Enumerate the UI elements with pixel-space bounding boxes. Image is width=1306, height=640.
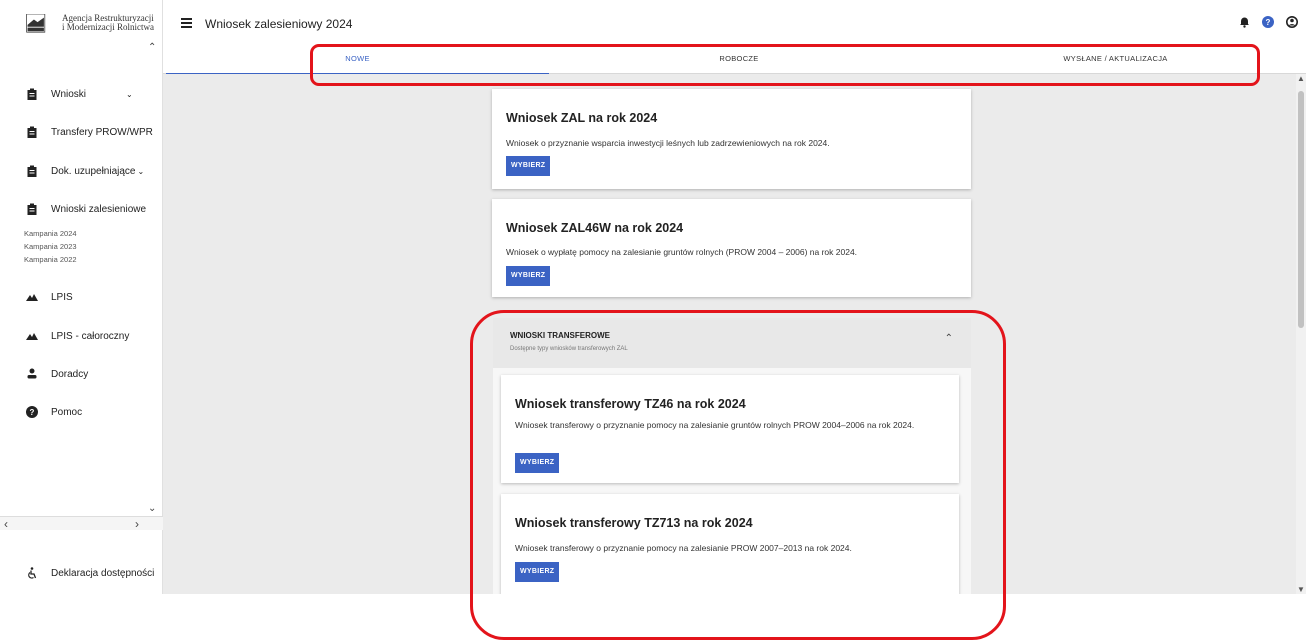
agency-logo-icon (26, 14, 46, 33)
chevron-down-icon: ⌄ (137, 166, 145, 176)
sidebar-item-label: LPIS - całoroczny (51, 330, 130, 342)
sidebar-item-label: Wnioski (51, 88, 87, 100)
scroll-right-icon[interactable]: › (135, 517, 139, 531)
sidebar-subitem-kampania-2022[interactable]: Kampania 2022 (24, 255, 77, 264)
help-icon[interactable]: ? (1262, 16, 1274, 28)
card-title: Wniosek ZAL na rok 2024 (506, 111, 658, 125)
card-description: Wniosek o wypłatę pomocy na zalesianie g… (506, 247, 858, 257)
clipboard-icon (27, 88, 37, 100)
sidebar-item-deklaracja-dostepnosci[interactable]: Deklaracja dostępności (26, 567, 154, 579)
card-description: Wniosek o przyznanie wsparcia inwestycji… (506, 138, 830, 148)
scroll-up-icon[interactable]: ▲ (1297, 74, 1305, 83)
bell-icon[interactable] (1239, 16, 1250, 28)
scrollbar-thumb[interactable] (1298, 91, 1304, 328)
scroll-down-icon[interactable]: ▼ (1297, 585, 1305, 594)
sidebar-item-label: Dok. uzupełniające (51, 165, 136, 177)
help-icon: ? (26, 406, 38, 418)
sidebar-item-label: LPIS (51, 291, 73, 303)
page-title: Wniosek zalesieniowy 2024 (205, 17, 353, 31)
sidebar-item-label: Doradcy (51, 368, 89, 380)
sidebar-item-wnioski[interactable]: Wnioski ⌄ (26, 88, 133, 100)
sidebar-item-label: Transfery PROW/WPR (51, 126, 153, 138)
sidebar-item-lpis[interactable]: LPIS (26, 291, 73, 303)
sidebar-item-wnioski-zalesieniowe[interactable]: Wnioski zalesieniowe (26, 203, 146, 215)
choose-button[interactable]: WYBIERZ (506, 266, 551, 286)
sidebar-item-label: Wnioski zalesieniowe (51, 203, 147, 215)
sidebar-item-dok-uzupelniajace[interactable]: Dok. uzupełniające ⌄ (26, 165, 144, 177)
request-card-zal: Wniosek ZAL na rok 2024 Wniosek o przyzn… (492, 89, 971, 189)
agency-name: Agencja Restrukturyzacji i Modernizacji … (62, 14, 154, 32)
svg-text:?: ? (1266, 18, 1271, 27)
card-title: Wniosek ZAL46W na rok 2024 (506, 221, 684, 235)
choose-button[interactable]: WYBIERZ (506, 156, 551, 176)
chevron-down-icon: ⌄ (126, 89, 133, 99)
menu-icon[interactable] (181, 18, 192, 30)
sidebar-item-transfery[interactable]: Transfery PROW/WPR (26, 126, 153, 138)
agency-name-line2: i Modernizacji Rolnictwa (62, 22, 154, 32)
sidebar-item-pomoc[interactable]: ? Pomoc (26, 406, 82, 418)
clipboard-icon (27, 203, 37, 215)
sidebar-item-label: Deklaracja dostępności (51, 567, 155, 579)
mountain-icon (26, 333, 38, 340)
sidebar: Agencja Restrukturyzacji i Modernizacji … (0, 0, 163, 594)
mountain-icon (26, 294, 38, 301)
accessibility-icon (28, 567, 37, 579)
svg-text:?: ? (30, 408, 35, 417)
sidebar-item-doradcy[interactable]: Doradcy (26, 368, 88, 380)
scroll-left-icon[interactable]: ‹ (4, 517, 8, 531)
sidebar-scroll-down-icon[interactable]: ⌄ (148, 503, 156, 514)
sidebar-item-label: Pomoc (51, 406, 83, 418)
sidebar-subitem-kampania-2024[interactable]: Kampania 2024 (24, 229, 77, 238)
top-actions: ? (1239, 16, 1298, 28)
sidebar-horizontal-scrollbar[interactable]: ‹ › (0, 516, 163, 531)
clipboard-icon (27, 165, 37, 177)
person-icon (27, 368, 37, 379)
request-card-zal46w: Wniosek ZAL46W na rok 2024 Wniosek o wyp… (492, 199, 971, 297)
sidebar-subitem-kampania-2023[interactable]: Kampania 2023 (24, 242, 77, 251)
sidebar-scroll-up-icon[interactable]: ⌃ (148, 42, 156, 53)
annotation-highlight-tabs (310, 44, 1260, 86)
sidebar-item-lpis-caloroczny[interactable]: LPIS - całoroczny (26, 330, 129, 342)
top-bar: Wniosek zalesieniowy 2024 ? (163, 0, 1306, 48)
agency-logo[interactable]: Agencja Restrukturyzacji i Modernizacji … (25, 14, 154, 34)
annotation-highlight-transfer-panel (470, 310, 1006, 640)
account-icon[interactable] (1286, 16, 1298, 28)
main-vertical-scrollbar[interactable]: ▲ ▼ (1296, 74, 1306, 594)
clipboard-icon (27, 126, 37, 138)
